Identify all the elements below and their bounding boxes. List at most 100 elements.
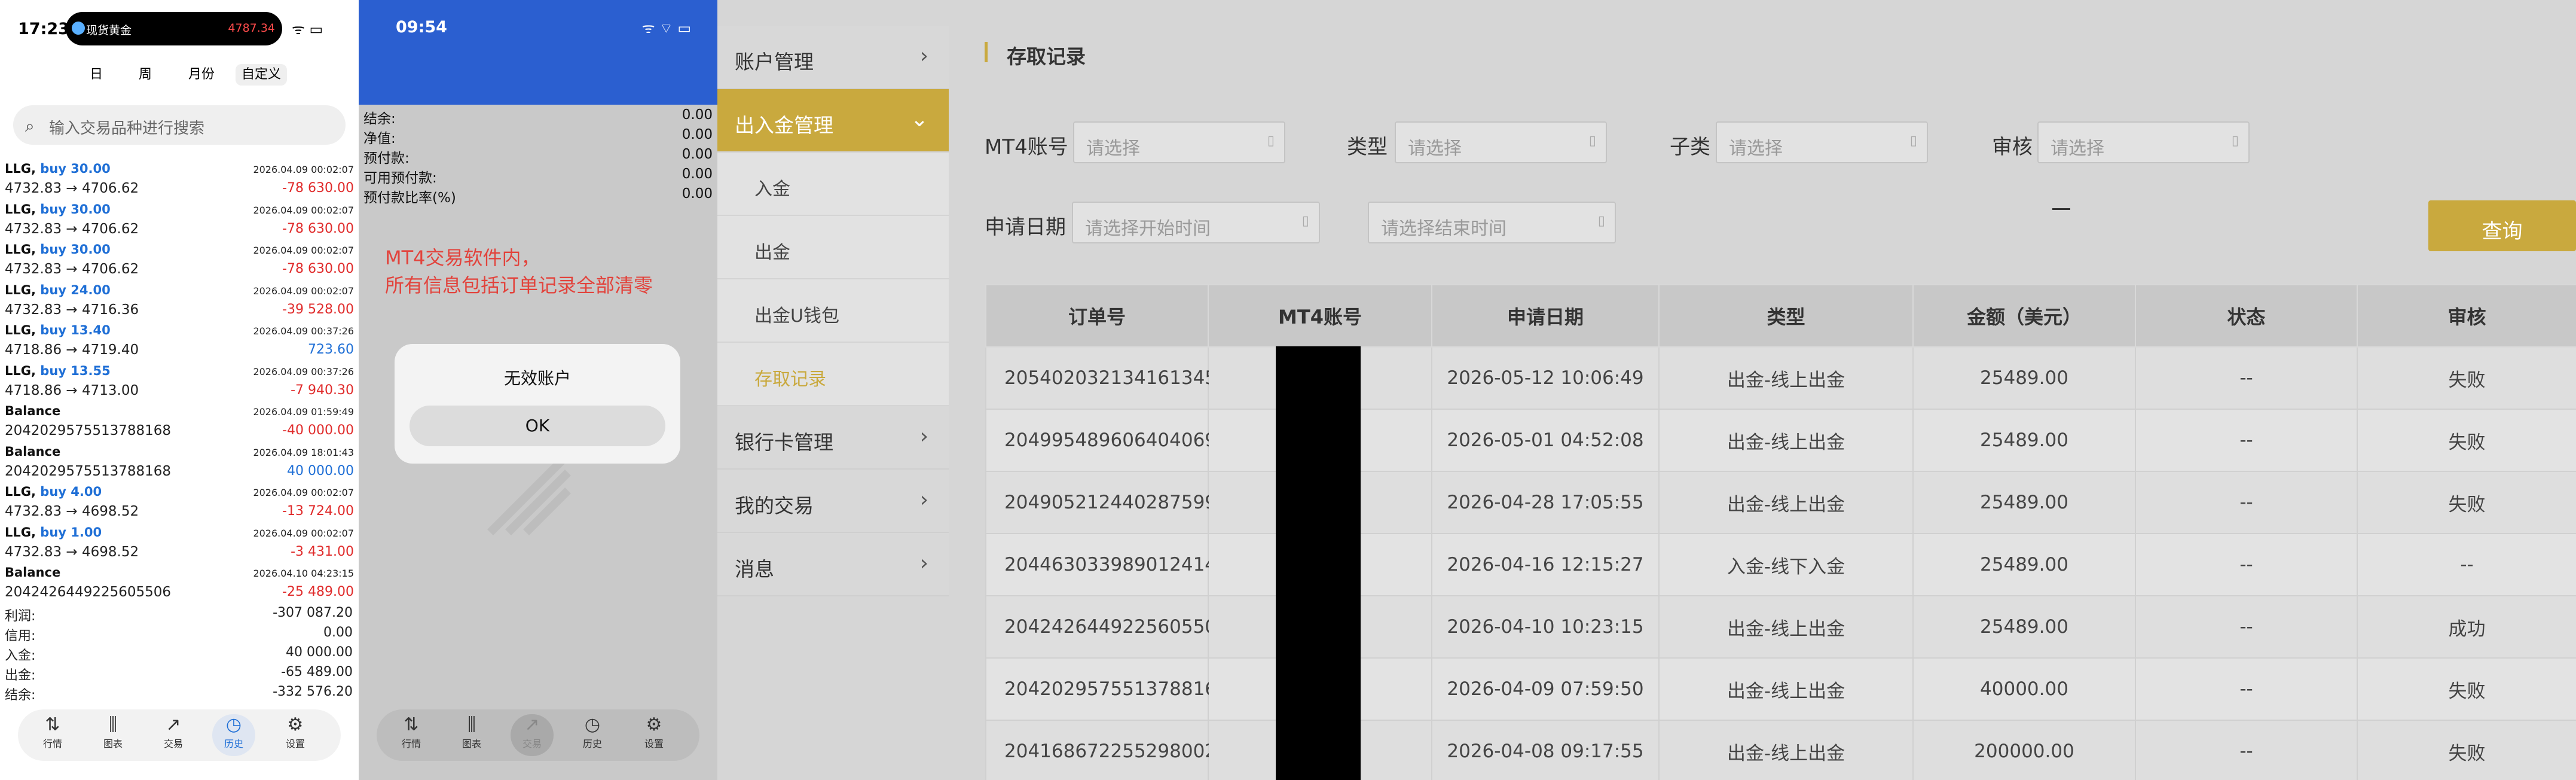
segment-week[interactable]: 周	[127, 64, 164, 86]
sidebar-item-account[interactable]: 账户管理 ›	[717, 26, 949, 89]
redaction-block	[1276, 409, 1361, 473]
calendar-icon: ▯	[1267, 133, 1275, 148]
sidebar-sub-withdraw-u-wallet[interactable]: 出金U钱包	[717, 279, 949, 343]
mt4-account-select[interactable]: 请选择 ▯	[1073, 121, 1285, 163]
ok-button[interactable]: OK	[410, 406, 665, 446]
row-direction: buy 30.00	[40, 202, 111, 217]
account-margin: 预付款: 0.00	[363, 147, 713, 166]
dynamic-island-ticker[interactable]: 现货黄金 4787.34	[66, 12, 282, 45]
history-row[interactable]: LLG, buy 30.00 2026.04.09 00:02:07 4732.…	[0, 160, 359, 201]
row-profit: -40 000.00	[282, 423, 354, 438]
cell-mt4: 3	[1208, 657, 1432, 722]
tab-settings[interactable]: ⚙ 设置	[274, 714, 317, 756]
row-direction: buy 13.40	[40, 323, 111, 337]
col-date: 申请日期	[1431, 284, 1660, 348]
chart-icon: ⫼	[109, 714, 117, 735]
cell-date: 2026-04-28 17:05:55	[1431, 471, 1660, 534]
chevron-right-icon: ›	[919, 488, 928, 512]
sidebar-sub-withdraw[interactable]: 出金	[717, 216, 949, 279]
blue-header: 09:54 ᯤ ⌔ ▭	[359, 0, 717, 105]
records-table: 订单号 MT4账号 申请日期 类型 金额（美元） 状态 审核 205402032…	[985, 284, 2576, 780]
history-row[interactable]: Balance 2026.04.10 04:23:15 204242644922…	[0, 564, 359, 605]
cell-amount: 200000.00	[1912, 720, 2136, 780]
period-segmented-control: 日 周 月份 自定义	[68, 57, 293, 92]
status-icons: ᯤ ▭	[292, 21, 323, 38]
cell-status: --	[2135, 533, 2358, 596]
sidebar-sub-records[interactable]: 存取记录	[717, 343, 949, 406]
cell-review: 失败	[2357, 346, 2576, 410]
table-row: 2042426449225605506 3 2026-04-10 10:23:1…	[985, 595, 2576, 660]
sidebar-item-messages[interactable]: 消息 ›	[717, 533, 949, 596]
history-row[interactable]: LLG, buy 24.00 2026.04.09 00:02:07 4732.…	[0, 282, 359, 322]
cell-review: 失败	[2357, 471, 2576, 534]
cell-date: 2026-04-10 10:23:15	[1431, 595, 1660, 659]
tab-quotes[interactable]: ⇅ 行情	[390, 714, 433, 756]
end-date-input[interactable]: 请选择结束时间 ▯	[1368, 202, 1616, 243]
history-row[interactable]: LLG, buy 1.00 2026.04.09 00:02:07 4732.8…	[0, 524, 359, 565]
symbol-search[interactable]: ⌕ 输入交易品种进行搜索	[13, 105, 346, 145]
col-mt4: MT4账号	[1208, 284, 1432, 348]
redaction-block	[1276, 533, 1361, 598]
history-icon: ◷	[584, 714, 601, 735]
cell-amount: 25489.00	[1912, 471, 2136, 534]
history-row[interactable]: LLG, buy 13.40 2026.04.09 00:37:26 4718.…	[0, 322, 359, 362]
tab-quotes[interactable]: ⇅ 行情	[31, 714, 74, 756]
review-select[interactable]: 请选择 ▯	[2037, 121, 2250, 163]
sidebar: 账户管理 › 出入金管理 ⌄ 入金 出金 出金U钱包 存取记录 银行卡管理 › …	[717, 26, 949, 596]
page-title: 存取记录	[1007, 45, 1086, 68]
tab-trade[interactable]: ↗ 交易	[152, 714, 195, 756]
sidebar-item-funds[interactable]: 出入金管理 ⌄	[717, 89, 949, 153]
segment-day[interactable]: 日	[78, 64, 115, 86]
deposit-records-page: 账户管理 › 出入金管理 ⌄ 入金 出金 出金U钱包 存取记录 银行卡管理 › …	[717, 0, 2576, 780]
cell-amount: 25489.00	[1912, 346, 2136, 410]
subtype-select[interactable]: 请选择 ▯	[1716, 121, 1928, 163]
history-row[interactable]: LLG, buy 30.00 2026.04.09 00:02:07 4732.…	[0, 201, 359, 242]
trade-icon: ↗	[524, 714, 540, 735]
cell-amount: 25489.00	[1912, 533, 2136, 596]
cell-type: 出金-线上出金	[1658, 720, 1914, 780]
tab-settings[interactable]: ⚙ 设置	[632, 714, 676, 756]
account-balance: 结余: 0.00	[363, 107, 713, 127]
tab-trade[interactable]: ↗ 交易	[511, 714, 554, 756]
tab-chart[interactable]: ⫼ 图表	[450, 714, 493, 756]
sidebar-sub-deposit[interactable]: 入金	[717, 153, 949, 216]
row-symbol: LLG,	[5, 282, 36, 297]
cell-order-id: 2049052124402875992	[985, 471, 1229, 534]
summary-profit: 利润: -307 087.20	[5, 605, 353, 624]
row-date: 2026.04.09 00:02:07	[253, 245, 354, 256]
cell-review: 失败	[2357, 409, 2576, 472]
tab-history[interactable]: ◷ 历史	[212, 714, 255, 756]
row-symbol: LLG,	[5, 323, 36, 337]
calendar-icon: ▯	[1597, 214, 1605, 228]
segment-month[interactable]: 月份	[178, 64, 225, 86]
history-icon: ◷	[225, 714, 242, 735]
sidebar-item-my-trades[interactable]: 我的交易 ›	[717, 470, 949, 533]
history-row[interactable]: LLG, buy 4.00 2026.04.09 00:02:07 4732.8…	[0, 483, 359, 524]
cell-order-id: 2054020321341613455	[985, 346, 1229, 410]
col-review: 审核	[2357, 284, 2576, 348]
cell-status: --	[2135, 720, 2358, 780]
sidebar-item-bank-cards[interactable]: 银行卡管理 ›	[717, 406, 949, 470]
bottom-tab-bar: ⇅ 行情 ⫼ 图表 ↗ 交易 ◷ 历史 ⚙ 设置	[18, 709, 341, 761]
table-row: 2054020321341613455 3 2026-05-12 10:06:4…	[985, 346, 2576, 411]
tab-chart[interactable]: ⫼ 图表	[91, 714, 135, 756]
row-comment: 2042029575513788168	[5, 423, 172, 438]
query-button[interactable]: 查询	[2428, 200, 2576, 251]
start-date-input[interactable]: 请选择开始时间 ▯	[1072, 202, 1320, 243]
row-date: 2026.04.09 00:02:07	[253, 487, 354, 498]
tab-history[interactable]: ◷ 历史	[571, 714, 614, 756]
history-row[interactable]: LLG, buy 30.00 2026.04.09 00:02:07 4732.…	[0, 241, 359, 282]
history-row[interactable]: Balance 2026.04.09 01:59:49 204202957551…	[0, 403, 359, 443]
history-row[interactable]: Balance 2026.04.09 18:01:43 204202957551…	[0, 443, 359, 484]
segment-custom[interactable]: 自定义	[236, 64, 287, 86]
history-list: LLG, buy 30.00 2026.04.09 00:02:07 4732.…	[0, 160, 359, 605]
cell-review: 失败	[2357, 720, 2576, 780]
history-row[interactable]: LLG, buy 13.55 2026.04.09 00:37:26 4718.…	[0, 362, 359, 403]
cell-type: 入金-线下入金	[1658, 533, 1914, 596]
cell-type: 出金-线上出金	[1658, 471, 1914, 534]
table-header: 订单号 MT4账号 申请日期 类型 金额（美元） 状态 审核	[985, 284, 2576, 348]
title-accent-bar	[985, 42, 988, 62]
cell-review: 失败	[2357, 657, 2576, 721]
cell-order-id: 2049954896064040691	[985, 409, 1229, 472]
type-select[interactable]: 请选择 ▯	[1395, 121, 1607, 163]
